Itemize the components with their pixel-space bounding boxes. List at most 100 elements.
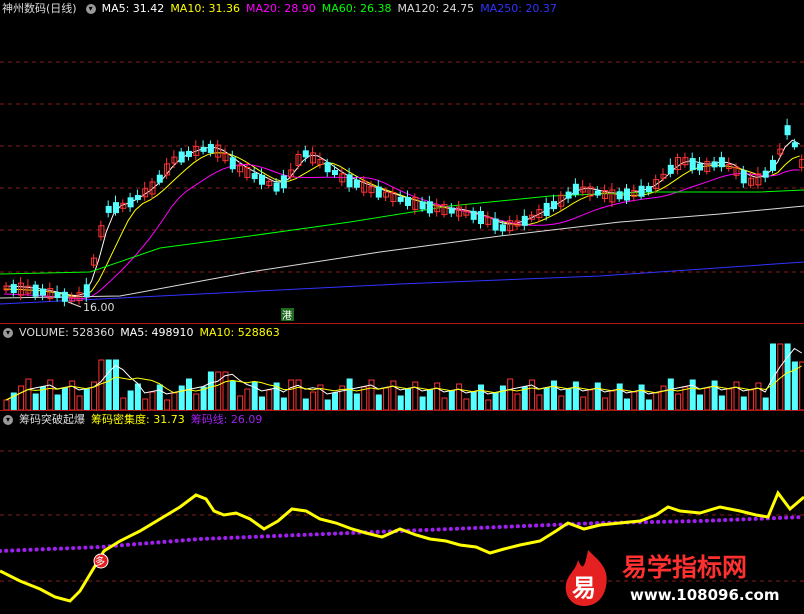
buy-signal-label: 多 [95, 555, 105, 568]
watermark: 易 易学指标网 www.108096.com [558, 546, 798, 608]
volume-bar [594, 382, 601, 410]
volume-bar [507, 378, 514, 410]
candle-body [273, 182, 280, 192]
candle-body [791, 142, 798, 148]
candle-body [259, 174, 265, 185]
candle-body [711, 161, 718, 168]
volume-bar [419, 396, 426, 410]
volume-bar [156, 384, 163, 410]
volume-bar [310, 391, 317, 410]
volume-bar [762, 397, 769, 410]
candle-body [448, 207, 455, 214]
volume-bar [521, 386, 528, 410]
volume-bar [3, 399, 10, 410]
volume-bar [164, 399, 171, 410]
volume-bar [127, 390, 134, 410]
volume-bar [616, 383, 623, 410]
candle-body [784, 125, 791, 136]
volume-bar [667, 378, 674, 410]
volume-bar [120, 397, 127, 410]
candle-body [280, 175, 287, 189]
volume-bar [587, 389, 594, 410]
candle-body [616, 191, 623, 200]
volume-bar [18, 385, 25, 410]
volume-bar [718, 395, 725, 410]
volume-bar [624, 398, 630, 410]
volume-bar [470, 391, 477, 410]
price-panel[interactable]: 神州数码(日线) ▾ MA5: 31.42 MA10: 31.36 MA20: … [0, 0, 804, 323]
volume-bar [638, 384, 645, 410]
volume-bar [244, 388, 251, 410]
volume-bar [551, 380, 557, 410]
candle-body [83, 284, 90, 298]
volume-bar [463, 398, 470, 410]
watermark-url: www.108096.com [630, 586, 779, 604]
volume-bar [259, 396, 265, 410]
volume-ma5-line [5, 347, 802, 401]
volume-bar [332, 392, 338, 410]
volume-bar [134, 383, 141, 410]
candle-body [543, 202, 550, 216]
volume-bar [149, 391, 156, 410]
ma250-line [0, 261, 804, 305]
volume-bar [602, 397, 609, 410]
volume-bar [353, 393, 360, 410]
indicator-panel[interactable]: ▾ 筹码突破起爆 筹码密集度: 31.73 筹码线: 26.09 多 易 易学指… [0, 411, 804, 614]
candle-body [156, 174, 163, 183]
volume-bar [361, 386, 368, 410]
candle-body [332, 170, 338, 176]
volume-bar [193, 393, 200, 410]
volume-bar [113, 359, 119, 410]
candle-body [113, 202, 119, 214]
volume-bar [32, 393, 39, 410]
volume-bar [448, 390, 455, 410]
candle-body [419, 201, 426, 210]
volume-bar [660, 385, 667, 410]
volume-bar [485, 399, 492, 410]
volume-bar [499, 385, 506, 410]
volume-bar [222, 371, 229, 410]
candle-body [645, 186, 652, 193]
volume-bar [266, 389, 273, 410]
watermark-graphic: 易 易学指标网 www.108096.com [565, 550, 779, 606]
candle-body [105, 205, 112, 213]
candlestick-chart[interactable]: 16.00 港 [0, 0, 804, 323]
volume-bar [76, 395, 83, 410]
volume-bar [675, 393, 682, 410]
volume-bar [441, 397, 448, 410]
volume-bar [390, 380, 397, 410]
volume-bar [178, 385, 185, 410]
volume-bar [83, 388, 90, 410]
candle-body [594, 190, 601, 196]
volume-bar [580, 396, 587, 410]
volume-bar [405, 388, 411, 410]
candle-body [207, 143, 214, 153]
volume-chart[interactable] [0, 324, 804, 410]
volume-bar [514, 393, 521, 410]
candle-body [200, 146, 207, 152]
candle-body [127, 197, 134, 208]
volume-bar [368, 379, 375, 410]
candle-body [740, 170, 747, 184]
candle-body [61, 291, 68, 302]
volume-bar [704, 387, 711, 410]
ma20-line [3, 163, 800, 300]
volume-ma10-line [5, 365, 802, 401]
volume-bar [697, 394, 703, 410]
volume-bar [755, 382, 762, 410]
volume-bar [711, 380, 718, 410]
volume-bar [456, 383, 463, 410]
candle-body [624, 188, 630, 201]
candle-body [134, 195, 141, 201]
volume-bar [302, 398, 309, 410]
volume-bar [558, 395, 565, 410]
volume-bar [726, 388, 733, 410]
volume-bar [171, 392, 178, 410]
watermark-site-name: 易学指标网 [622, 553, 747, 582]
candle-body [492, 218, 499, 231]
volume-bar [770, 343, 776, 410]
volume-bar [572, 381, 579, 410]
candle-body [32, 284, 39, 297]
volume-panel[interactable]: ▾ VOLUME: 528360 MA5: 498910 MA10: 52886… [0, 324, 804, 410]
candle-body [572, 183, 579, 195]
